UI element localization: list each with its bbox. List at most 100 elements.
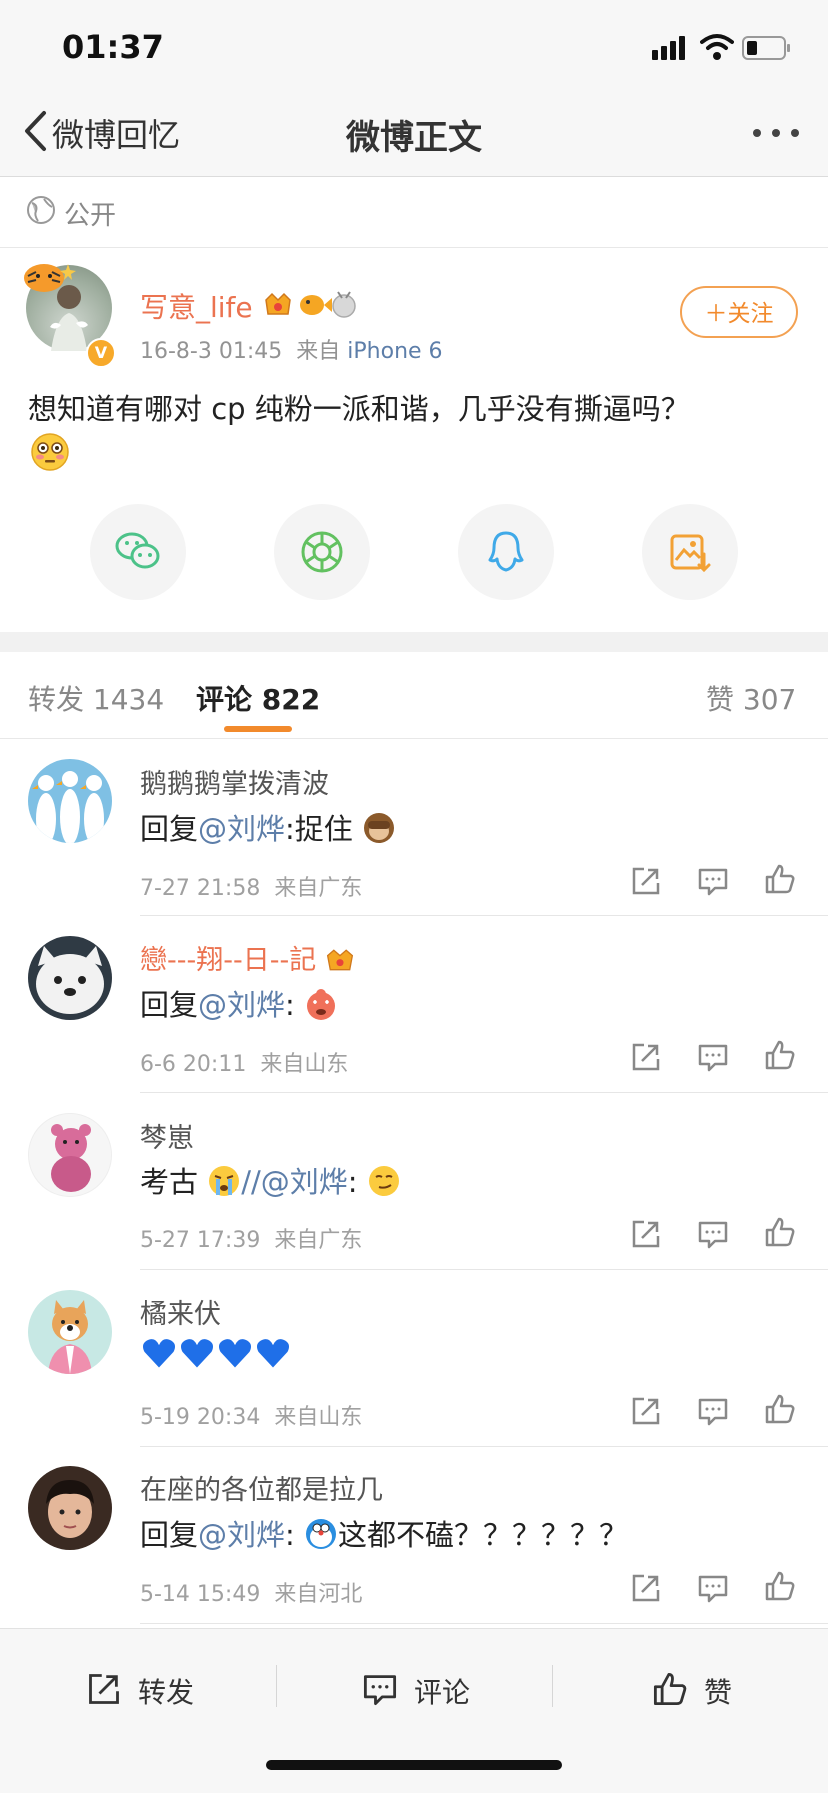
repost-icon[interactable] xyxy=(630,1041,662,1073)
like-icon[interactable] xyxy=(764,1570,796,1602)
commenter-name[interactable]: 在座的各位都是拉几 xyxy=(140,1468,383,1507)
post-source[interactable]: iPhone 6 xyxy=(347,339,442,364)
comment-text: 考古 //@刘烨: xyxy=(140,1159,401,1201)
comment-source: 来自山东 xyxy=(274,1405,363,1430)
globe-icon xyxy=(27,196,55,224)
tab-comments[interactable]: 评论 822 xyxy=(196,678,320,718)
comment-divider xyxy=(140,1269,828,1270)
comment-suffix: : xyxy=(285,988,295,1022)
bottom-comment-button[interactable]: 评论 xyxy=(362,1667,492,1711)
save-picture-icon xyxy=(670,534,711,573)
comment-prefix: 回复 xyxy=(140,988,199,1022)
comment-icon[interactable] xyxy=(697,865,729,897)
verified-badge: V xyxy=(86,338,116,368)
bottom-repost-button[interactable]: 转发 xyxy=(86,1667,216,1711)
author-name[interactable]: 写意_life xyxy=(140,286,253,326)
save-image-button[interactable] xyxy=(642,504,738,600)
commenter-name[interactable]: 棽崽 xyxy=(140,1116,194,1155)
flushed-face-emoji xyxy=(31,433,69,471)
bottom-comment-label: 评论 xyxy=(414,1676,471,1709)
qq-penguin-icon xyxy=(488,531,524,572)
commenter-name[interactable]: 鹅鹅鹅掌拨清波 xyxy=(140,762,329,801)
battery-icon xyxy=(742,36,790,60)
repost-icon[interactable] xyxy=(630,1218,662,1250)
post-meta: 16-8-3 01:45 来自 iPhone 6 xyxy=(140,333,443,365)
comment-time: 5-19 20:34 xyxy=(140,1405,261,1430)
home-indicator[interactable] xyxy=(266,1760,562,1770)
commenter-name[interactable]: 橘来伏 xyxy=(140,1292,221,1331)
blue-heart-emoji xyxy=(180,1339,214,1368)
comment-source: 来自河北 xyxy=(274,1582,363,1607)
mention-link[interactable]: @刘烨 xyxy=(198,988,285,1022)
comment-time: 5-14 15:49 xyxy=(140,1582,261,1607)
smirk-emoji xyxy=(368,1166,399,1196)
comment-prefix: 考古 xyxy=(140,1165,208,1199)
comment-icon[interactable] xyxy=(697,1218,729,1250)
status-bar: 01:37 xyxy=(0,0,828,88)
like-icon xyxy=(653,1672,687,1706)
comment-time: 6-6 20:11 xyxy=(140,1052,247,1077)
active-tab-indicator xyxy=(224,726,292,732)
visibility-bar: 公开 xyxy=(0,177,828,248)
commenter-avatar[interactable] xyxy=(28,759,112,843)
like-icon[interactable] xyxy=(764,1393,796,1425)
like-icon[interactable] xyxy=(764,863,796,895)
comment-meta: 5-14 15:49 来自河北 xyxy=(140,1576,362,1608)
more-options-icon[interactable] xyxy=(752,128,800,138)
tiger-decoration-icon xyxy=(24,264,76,292)
post-time: 16-8-3 01:45 xyxy=(140,339,283,364)
moments-aperture-icon xyxy=(301,531,343,573)
comment-divider xyxy=(140,915,828,916)
post-source-prefix: 来自 xyxy=(296,339,341,364)
share-qq-button[interactable] xyxy=(458,504,554,600)
bottom-divider xyxy=(276,1665,277,1707)
back-chevron-icon[interactable] xyxy=(22,110,48,152)
like-icon[interactable] xyxy=(764,1039,796,1071)
like-icon[interactable] xyxy=(764,1216,796,1248)
bottom-divider xyxy=(552,1665,553,1707)
tab-reposts[interactable]: 转发 1434 xyxy=(28,678,164,718)
comment-source: 来自广东 xyxy=(274,876,363,901)
comment-meta: 5-27 17:39 来自广东 xyxy=(140,1222,362,1254)
comment-prefix: 回复 xyxy=(140,812,199,846)
comment-text: 回复@刘烨:捉住 xyxy=(140,806,396,848)
mention-link[interactable]: @刘烨 xyxy=(198,1518,285,1552)
repost-icon[interactable] xyxy=(630,1572,662,1604)
comment-icon[interactable] xyxy=(697,1395,729,1427)
follow-button[interactable]: ＋关注 xyxy=(680,286,798,338)
tab-likes[interactable]: 赞 307 xyxy=(706,678,796,718)
commenter-avatar[interactable] xyxy=(28,1290,112,1374)
commenter-avatar[interactable] xyxy=(28,1113,112,1197)
comment-suffix: :捉住 xyxy=(285,812,353,846)
commenter-avatar[interactable] xyxy=(28,936,112,1020)
comment-rest: 这都不磕？？？？？？ xyxy=(338,1518,629,1552)
share-moments-button[interactable] xyxy=(274,504,370,600)
comment-text xyxy=(140,1334,292,1373)
doraemon-emoji xyxy=(306,1519,337,1549)
user-badges-icon[interactable] xyxy=(262,288,362,320)
repost-icon[interactable] xyxy=(630,1395,662,1427)
commenter-name[interactable]: 戀---翔--日--記 xyxy=(140,938,355,977)
commenter-name-text[interactable]: 戀---翔--日--記 xyxy=(140,945,316,976)
repost-icon[interactable] xyxy=(630,865,662,897)
comment-time: 5-27 17:39 xyxy=(140,1228,261,1253)
mention-link[interactable]: @刘烨 xyxy=(198,812,285,846)
blue-heart-emoji xyxy=(218,1339,252,1368)
bottom-like-button[interactable]: 赞 xyxy=(652,1667,762,1711)
share-wechat-button[interactable] xyxy=(90,504,186,600)
comment-icon[interactable] xyxy=(697,1572,729,1604)
comment-meta: 6-6 20:11 来自山东 xyxy=(140,1046,348,1078)
bottom-like-label: 赞 xyxy=(704,1676,733,1709)
comment-icon xyxy=(363,1675,397,1706)
wechat-icon xyxy=(115,532,160,569)
comment-time: 7-27 21:58 xyxy=(140,876,261,901)
comment-icon[interactable] xyxy=(697,1041,729,1073)
comment-suffix: : xyxy=(285,1518,295,1552)
comment-prefix: 回复 xyxy=(140,1518,199,1552)
back-button-label[interactable]: 微博回忆 xyxy=(52,110,180,156)
visibility-label: 公开 xyxy=(64,201,117,231)
mention-link[interactable]: //@刘烨 xyxy=(241,1165,348,1199)
commenter-avatar[interactable] xyxy=(28,1466,112,1550)
comment-source: 来自广东 xyxy=(274,1228,363,1253)
comment-divider xyxy=(140,1446,828,1447)
